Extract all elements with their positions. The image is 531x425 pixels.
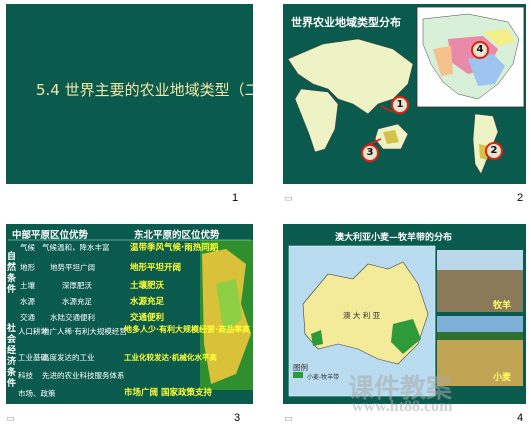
side-label-natural: 自然条件	[7, 252, 17, 295]
photo-label-wheat: 小麦	[493, 373, 512, 383]
watermark-url: www.ht88.com	[352, 398, 453, 415]
row-left: 高度发达的工业	[42, 353, 95, 362]
row-right: 市场广阔 国家政策支持	[124, 388, 212, 398]
marker-3[interactable]: 3	[361, 144, 379, 162]
photo-label-sheep: 牧羊	[493, 301, 512, 311]
row-factor: 气候	[20, 243, 35, 252]
row-right: 工业化较发达·机械化水平高	[124, 353, 217, 362]
slide-2[interactable]: 世界农业地域类型分布 1 2 3 4	[283, 4, 526, 184]
legend-item: 小麦-牧羊带	[307, 374, 340, 381]
marker-1[interactable]: 1	[391, 96, 409, 114]
slide-1-number: 1	[232, 192, 239, 204]
row-left: 深厚肥沃	[62, 281, 92, 290]
row-left: 水源充足	[62, 297, 92, 306]
row-right: 水源充足	[130, 297, 165, 307]
row-left: 地势平坦广阔	[50, 263, 95, 272]
side-label-social: 社会经济条件	[7, 324, 17, 389]
row-factor: 市场、政策	[18, 389, 56, 398]
row-left: 气候温和，降水丰富	[42, 243, 110, 252]
comment-icon[interactable]: ▭	[284, 414, 293, 424]
row-factor: 土壤	[20, 281, 35, 290]
row-left: 地广人稀·有利大规模经营	[42, 327, 127, 336]
row-right: 地多人少·有利大规模经营·商品率高	[124, 325, 251, 334]
row-left: 先进的农业科技服务体系	[42, 371, 125, 380]
comment-icon[interactable]: ▭	[6, 414, 15, 424]
marker-4[interactable]: 4	[471, 41, 489, 59]
comment-icon[interactable]: ▭	[284, 194, 293, 204]
row-left: 水陆交通便利	[50, 313, 95, 322]
row-factor: 交通	[20, 313, 35, 322]
row-right: 交通便利	[130, 313, 165, 323]
slide-1-title: 5.4 世界主要的农业地域类型（二）	[36, 81, 253, 99]
row-factor: 地形	[20, 263, 35, 272]
row-right: 地形平坦开阔	[130, 263, 182, 273]
row-right: 土壤肥沃	[130, 281, 165, 291]
marker-2[interactable]: 2	[485, 142, 503, 160]
row-factor: 水源	[20, 297, 35, 306]
row-factor: 科技	[18, 371, 33, 380]
map-label-australia: 澳 大 利 亚	[343, 311, 381, 320]
slide-1[interactable]: 5.4 世界主要的农业地域类型（二）	[6, 4, 253, 184]
slide-3[interactable]: 中部平原区位优势 东北平原的区位优势 自然条件 社会经济条件 气候 气候温和，降…	[6, 224, 253, 404]
slide-3-number: 3	[234, 412, 241, 424]
slide-4-number: 4	[517, 412, 524, 424]
row-right: 温带季风气候·雨热同期	[130, 243, 219, 253]
legend-title: 图例	[293, 363, 308, 372]
slide-2-number: 2	[517, 192, 524, 204]
